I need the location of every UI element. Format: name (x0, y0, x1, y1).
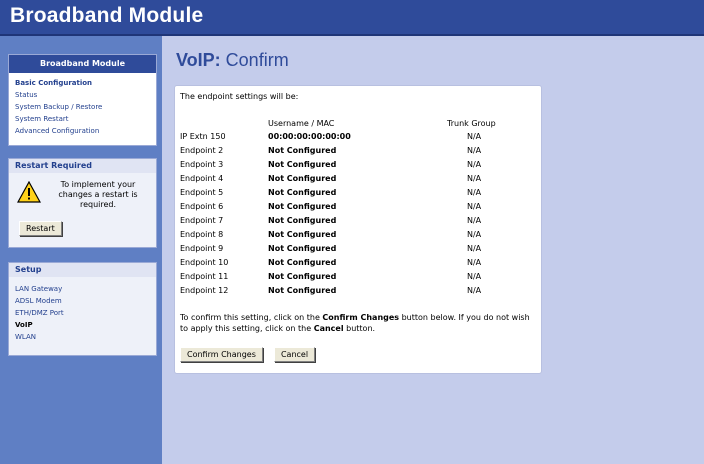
setup-title: Setup (9, 263, 156, 277)
main-content: VoIP: Confirm The endpoint settings will… (162, 36, 704, 464)
nav-item-status[interactable]: Status (9, 89, 156, 101)
confirm-text-1: To confirm this setting, click on the (180, 313, 323, 322)
endpoint-name: IP Extn 150 (180, 132, 226, 141)
endpoint-trunk: N/A (467, 160, 482, 169)
nav-item-system-backup-restore[interactable]: System Backup / Restore (9, 101, 156, 113)
column-header-username: Username / MAC (268, 119, 335, 128)
cancel-button[interactable]: Cancel (273, 347, 316, 362)
endpoint-username: Not Configured (268, 174, 337, 183)
endpoint-username: Not Configured (268, 286, 337, 295)
nav-item-eth-dmz-port[interactable]: ETH/DMZ Port (9, 307, 156, 319)
endpoint-name: Endpoint 6 (180, 202, 224, 211)
nav-item-advanced-configuration[interactable]: Advanced Configuration (9, 125, 156, 137)
endpoint-username: Not Configured (268, 230, 337, 239)
page-title: VoIP: Confirm (176, 50, 289, 71)
endpoint-name: Endpoint 11 (180, 272, 229, 281)
endpoint-trunk: N/A (467, 174, 482, 183)
table-row: Endpoint 3 Not Configured N/A (175, 160, 541, 174)
endpoint-name: Endpoint 2 (180, 146, 224, 155)
endpoint-trunk: N/A (467, 244, 482, 253)
endpoint-name: Endpoint 5 (180, 188, 224, 197)
setup-box: Setup LAN Gateway ADSL Modem ETH/DMZ Por… (8, 262, 157, 356)
endpoint-name: Endpoint 8 (180, 230, 224, 239)
nav-item-lan-gateway[interactable]: LAN Gateway (9, 283, 156, 295)
endpoint-name: Endpoint 12 (180, 286, 229, 295)
restart-button[interactable]: Restart (19, 221, 62, 236)
top-banner: Broadband Module (0, 0, 704, 36)
confirm-text-bold-1: Confirm Changes (322, 313, 400, 322)
table-row: Endpoint 4 Not Configured N/A (175, 174, 541, 188)
table-row: Endpoint 8 Not Configured N/A (175, 230, 541, 244)
nav-box-title: Broadband Module (9, 55, 156, 73)
table-row: Endpoint 6 Not Configured N/A (175, 202, 541, 216)
nav-item-system-restart[interactable]: System Restart (9, 113, 156, 125)
column-header-trunk-group: Trunk Group (447, 119, 496, 128)
endpoint-name: Endpoint 7 (180, 216, 224, 225)
endpoint-name: Endpoint 4 (180, 174, 224, 183)
table-row: Endpoint 7 Not Configured N/A (175, 216, 541, 230)
endpoint-name: Endpoint 9 (180, 244, 224, 253)
confirm-panel: The endpoint settings will be: Username … (174, 85, 542, 374)
table-row: Endpoint 10 Not Configured N/A (175, 258, 541, 272)
nav-item-basic-configuration[interactable]: Basic Configuration (9, 77, 156, 89)
table-row: Endpoint 11 Not Configured N/A (175, 272, 541, 286)
page-title-section: VoIP: (176, 50, 221, 70)
confirm-changes-button[interactable]: Confirm Changes (180, 347, 263, 362)
restart-required-title: Restart Required (9, 159, 156, 173)
nav-item-wlan[interactable]: WLAN (9, 331, 156, 343)
endpoint-username: Not Configured (268, 202, 337, 211)
app-title: Broadband Module (10, 4, 204, 27)
endpoint-trunk: N/A (467, 258, 482, 267)
endpoint-trunk: N/A (467, 230, 482, 239)
nav-item-voip[interactable]: VoIP (9, 319, 156, 331)
confirm-text-bold-2: Cancel (313, 324, 344, 333)
endpoint-name: Endpoint 10 (180, 258, 229, 267)
endpoint-username: Not Configured (268, 244, 337, 253)
endpoint-username: Not Configured (268, 216, 337, 225)
endpoint-trunk: N/A (467, 132, 482, 141)
action-buttons: Confirm Changes Cancel (180, 342, 321, 362)
restart-message: To implement your changes a restart is r… (58, 180, 138, 209)
endpoint-username: Not Configured (268, 272, 337, 281)
endpoint-username: Not Configured (268, 258, 337, 267)
endpoint-trunk: N/A (467, 202, 482, 211)
endpoint-trunk: N/A (467, 216, 482, 225)
nav-item-adsl-modem[interactable]: ADSL Modem (9, 295, 156, 307)
sidebar: Broadband Module Basic Configuration Sta… (0, 36, 162, 464)
confirm-instructions: To confirm this setting, click on the Co… (180, 312, 540, 334)
endpoint-username: Not Configured (268, 160, 337, 169)
table-row: Endpoint 12 Not Configured N/A (175, 286, 541, 300)
endpoint-trunk: N/A (467, 286, 482, 295)
intro-text: The endpoint settings will be: (180, 92, 299, 101)
warning-triangle-icon (16, 180, 42, 203)
endpoint-username: Not Configured (268, 188, 337, 197)
table-row: Endpoint 5 Not Configured N/A (175, 188, 541, 202)
endpoint-trunk: N/A (467, 146, 482, 155)
restart-required-box: Restart Required To implement your chang… (8, 158, 157, 248)
endpoint-trunk: N/A (467, 272, 482, 281)
confirm-text-3: button. (343, 324, 376, 333)
endpoint-username: 00:00:00:00:00:00 (268, 132, 351, 141)
endpoint-trunk: N/A (467, 188, 482, 197)
page-title-action: Confirm (220, 50, 289, 70)
table-row: Endpoint 2 Not Configured N/A (175, 146, 541, 160)
table-row: Endpoint 9 Not Configured N/A (175, 244, 541, 258)
table-row: IP Extn 150 00:00:00:00:00:00 N/A (175, 132, 541, 146)
nav-box-main: Broadband Module Basic Configuration Sta… (8, 54, 157, 146)
endpoint-username: Not Configured (268, 146, 337, 155)
endpoint-name: Endpoint 3 (180, 160, 224, 169)
